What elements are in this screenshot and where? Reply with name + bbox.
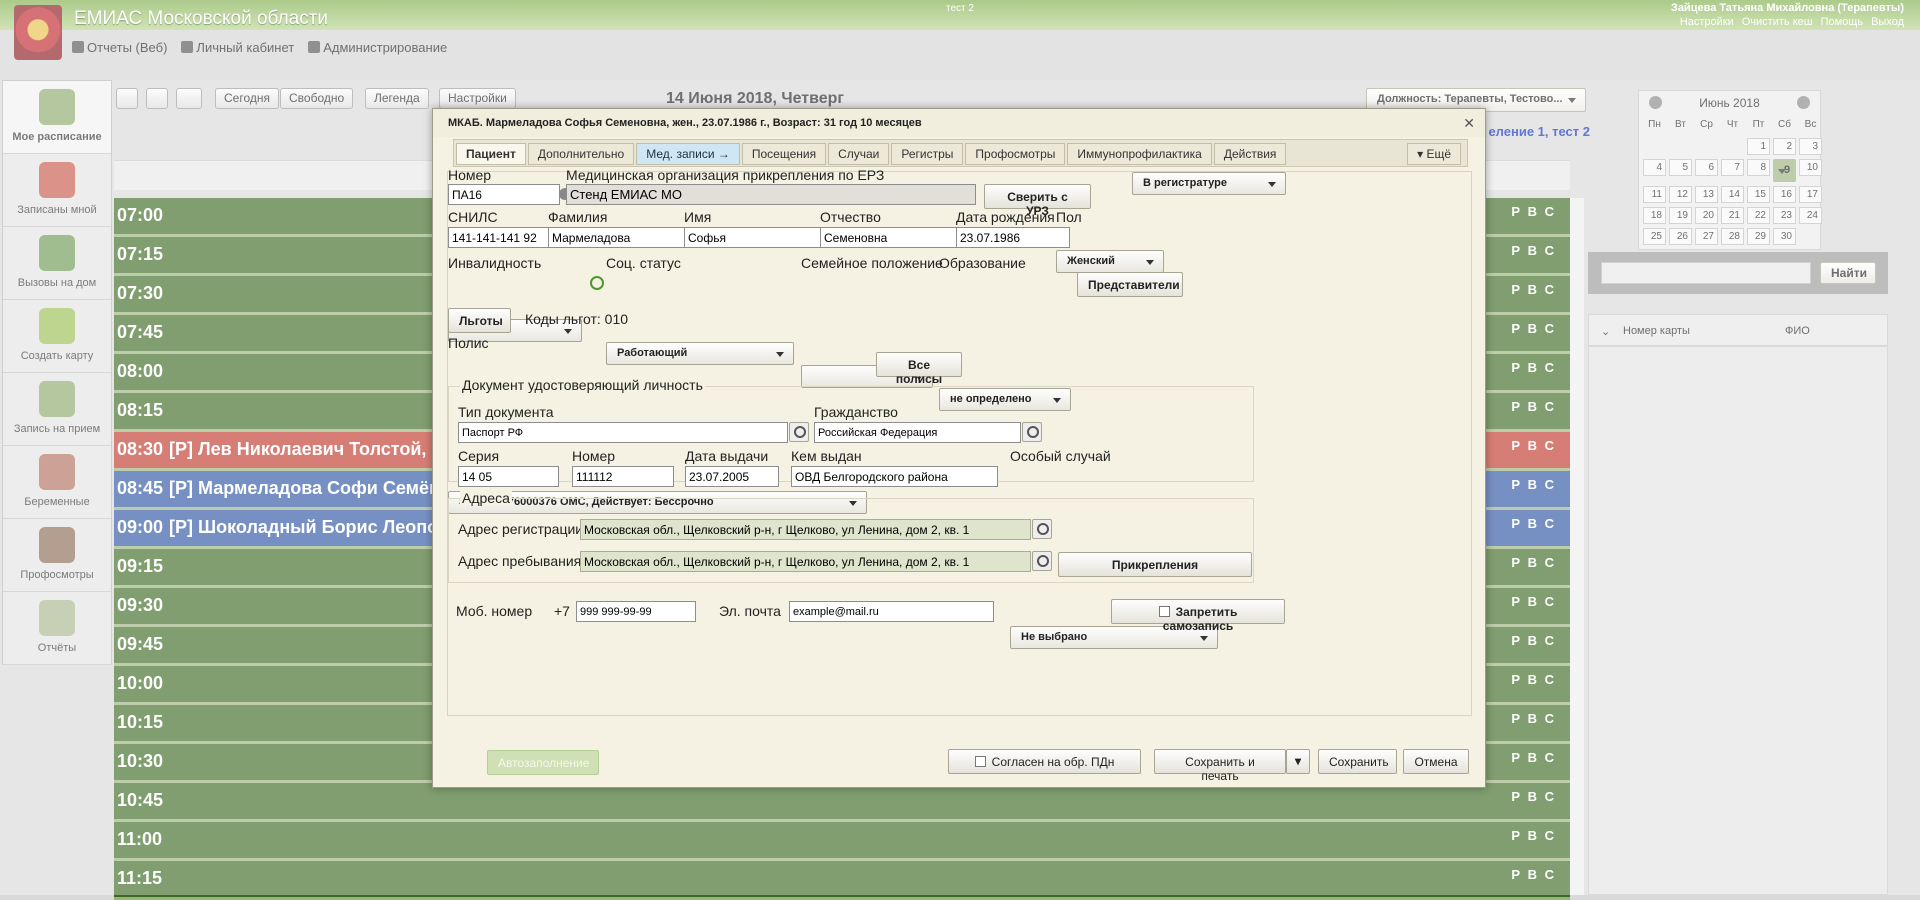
education-label: Образование [939,255,1026,271]
save-print-dropdown[interactable]: ▾ [1286,749,1310,774]
tab-patient[interactable]: Пациент [456,143,526,165]
sex-select[interactable]: Женский [1056,250,1164,273]
tab-checkups[interactable]: Профосмотры [965,143,1066,165]
address-legend: Адреса [460,490,512,506]
policy-label: Полис [448,335,489,351]
patient-card-modal: МКАБ. Мармеладова Софья Семеновна, жен.,… [432,108,1486,788]
sex-label: Пол [1056,209,1082,225]
name-field[interactable] [684,227,842,248]
attachments-button[interactable]: Прикрепления [1058,552,1252,577]
doc-type-label: Тип документа [458,404,554,420]
dob-label: Дата рождения [956,209,1055,225]
citizenship-label: Гражданство [814,404,898,420]
dob-field[interactable] [956,227,1070,248]
mobile-field[interactable] [576,601,696,622]
special-label: Особый случай [1010,448,1111,464]
org-label: Медицинская организация прикрепления по … [566,167,885,183]
surname-field[interactable] [548,227,706,248]
tab-visits[interactable]: Посещения [741,143,827,165]
issue-date-label: Дата выдачи [685,448,769,464]
email-label: Эл. почта [719,603,781,619]
save-print-button[interactable]: Сохранить и печать [1154,749,1286,783]
marital-label: Семейное положение [801,255,943,271]
reg-addr-search-icon[interactable] [1032,519,1052,539]
org-field[interactable] [566,184,976,205]
modal-tabs: Пациент Дополнительно Мед. записи → Посе… [453,139,1468,167]
close-icon[interactable]: ✕ [1463,115,1475,132]
consent-label: Согласен на обр. ПДн [991,755,1115,769]
all-policies-button[interactable]: Все полисы [876,352,962,386]
snils-label: СНИЛС [448,209,498,225]
checkbox-icon [974,756,986,767]
social-select[interactable]: Работающий [606,342,794,365]
registry-select[interactable]: В регистратуре [1132,172,1286,195]
magnifier-plus-icon[interactable] [590,276,604,290]
patronymic-field[interactable] [820,227,978,248]
id-doc-legend: Документ удостоверяющий личность [460,377,705,393]
benefit-codes: Коды льгот: 010 [525,311,629,327]
tab-additional[interactable]: Дополнительно [527,143,635,165]
issued-by-field[interactable] [791,466,998,487]
mobile-label: Моб. номер [456,603,533,619]
patronymic-label: Отчество [820,209,881,225]
doc-type-field[interactable] [458,422,788,443]
forbid-self-label: Запретить самозапись [1162,605,1238,633]
reg-addr-label: Адрес регистрации [458,521,584,537]
name-label: Имя [684,209,712,225]
citizenship-field[interactable] [814,422,1021,443]
tab-cases[interactable]: Случаи [828,143,890,165]
modal-title: МКАБ. Мармеладова Софья Семеновна, жен.,… [433,109,1485,137]
patient-form: Номер Медицинская организация прикреплен… [447,167,1472,716]
save-button[interactable]: Сохранить [1318,749,1397,774]
stay-addr-label: Адрес пребывания [458,553,582,569]
chevron-down-icon: ▾ [1294,754,1302,768]
tab-immuno[interactable]: Иммунопрофилактика [1067,143,1212,165]
snils-field[interactable] [448,227,561,248]
series-label: Серия [458,448,500,464]
doc-type-search-icon[interactable] [789,422,809,442]
tab-med-records[interactable]: Мед. записи → [636,143,740,165]
number-field[interactable] [448,184,560,205]
doc-number-label: Номер [572,448,616,464]
number-label: Номер [448,167,492,183]
issue-date-field[interactable] [685,466,779,487]
benefits-button[interactable]: Льготы [448,308,511,333]
email-field[interactable] [789,601,994,622]
stay-addr-search-icon[interactable] [1032,551,1052,571]
mobile-prefix: +7 [554,603,570,619]
representatives-button[interactable]: Представители [1077,272,1183,297]
checkbox-icon [1158,606,1170,617]
verify-urz-button[interactable]: Сверить с УРЗ [984,184,1091,218]
forbid-self-booking-checkbox[interactable]: Запретить самозапись [1111,599,1285,633]
stay-addr-field[interactable] [580,551,1031,572]
citizenship-search-icon[interactable] [1022,422,1042,442]
consent-checkbox[interactable]: Согласен на обр. ПДн [948,749,1141,774]
reg-addr-field[interactable] [580,519,1031,540]
more-label: Ещё [1426,147,1451,161]
tab-actions[interactable]: Действия [1213,143,1287,165]
issued-by-label: Кем выдан [791,448,862,464]
social-label: Соц. статус [606,255,681,271]
disability-label: Инвалидность [448,255,542,271]
more-tabs-button[interactable]: ▾ Ещё [1407,143,1461,165]
doc-number-field[interactable] [572,466,674,487]
surname-label: Фамилия [548,209,608,225]
autofill-button[interactable]: Автозаполнение [487,750,599,775]
cancel-button[interactable]: Отмена [1403,749,1469,774]
tab-registers[interactable]: Регистры [891,143,964,165]
series-field[interactable] [458,466,559,487]
